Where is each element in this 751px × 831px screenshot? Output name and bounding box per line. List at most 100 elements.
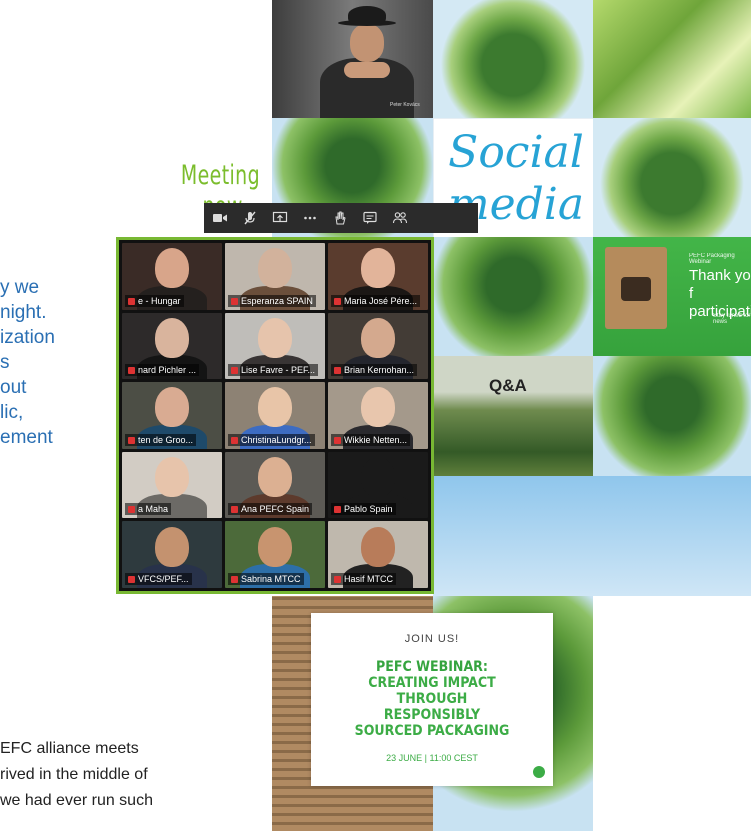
participant-tile[interactable]: e - Hungar <box>122 243 222 310</box>
webinar-card: JOIN US! PEFC WEBINAR: CREATING IMPACT T… <box>311 613 553 786</box>
participant-tile[interactable]: Maria José Pére... <box>328 243 428 310</box>
participant-face <box>258 317 292 358</box>
mic-muted-icon <box>231 367 238 375</box>
mic-muted-icon <box>334 367 341 375</box>
participant-face <box>258 526 292 567</box>
participant-name: Esperanza SPAIN <box>241 295 313 306</box>
participant-name-label: ChristinaLundgr... <box>228 433 315 446</box>
webinar-date: 23 JUNE | 11:00 CEST <box>386 753 478 763</box>
participant-name-label: nard Pichler ... <box>125 364 200 377</box>
thankyou-small-title: PEFC Packaging Webinar <box>689 253 735 265</box>
participant-face <box>361 317 395 358</box>
participant-name: ten de Groo... <box>138 434 194 445</box>
participant-name-label: e - Hungar <box>125 294 184 307</box>
participant-name: Pablo Spain <box>344 504 393 515</box>
participant-name-label: Pablo Spain <box>331 503 396 516</box>
mic-muted-icon <box>231 297 238 305</box>
participant-face <box>155 248 189 289</box>
participant-name-label: VFCS/PEF... <box>125 572 192 585</box>
participant-name-label: Hasif MTCC <box>331 572 396 585</box>
mic-muted-icon <box>128 436 135 444</box>
participant-tile[interactable]: Sabrina MTCC <box>225 521 325 588</box>
participant-name: nard Pichler ... <box>138 365 197 376</box>
presenter-video-frame: Peter Kovács <box>272 0 433 118</box>
participant-tile[interactable]: Hasif MTCC <box>328 521 428 588</box>
qa-label: Q&A <box>489 376 527 395</box>
sky-photo-2 <box>593 476 751 596</box>
mic-muted-icon <box>334 436 341 444</box>
thank-you-tile: PEFC Packaging Webinar Thank you f parti… <box>593 237 751 356</box>
participant-name: Hasif MTCC <box>344 573 393 584</box>
participant-tile[interactable]: Lise Favre - PEF... <box>225 312 325 380</box>
mic-muted-icon <box>334 297 341 305</box>
mic-muted-icon <box>231 436 238 444</box>
mic-muted-icon <box>334 506 341 514</box>
participant-tile[interactable]: Pablo Spain <box>328 451 428 519</box>
participant-face <box>361 457 395 498</box>
mic-muted-icon <box>231 575 238 583</box>
participant-name: Sabrina MTCC <box>241 573 301 584</box>
mic-muted-icon <box>334 575 341 583</box>
mic-muted-icon <box>128 506 135 514</box>
mic-muted-icon <box>128 367 135 375</box>
participant-name: Lise Favre - PEF... <box>241 365 316 376</box>
participant-face <box>258 248 292 289</box>
participant-name-label: Lise Favre - PEF... <box>228 364 319 377</box>
participant-tile[interactable]: Esperanza SPAIN <box>225 243 325 310</box>
pefc-logo-icon <box>533 766 545 778</box>
participant-face <box>155 317 189 358</box>
forest-sphere-photo-3 <box>593 356 751 476</box>
participant-face <box>361 526 395 567</box>
participant-name-label: Ana PEFC Spain <box>228 503 313 516</box>
bottom-paragraph: EFC alliance meets rived in the middle o… <box>0 740 153 809</box>
participant-name-label: Esperanza SPAIN <box>228 294 316 307</box>
presenter-name-label: Peter Kovács <box>390 102 420 108</box>
participant-tile[interactable]: a Maha <box>122 451 222 519</box>
participant-face <box>155 387 189 428</box>
participant-tile[interactable]: ChristinaLundgr... <box>225 382 325 449</box>
chat-icon[interactable] <box>356 204 384 232</box>
participant-tile[interactable]: nard Pichler ... <box>122 312 222 380</box>
participant-tile[interactable]: Wikkie Netten... <box>328 382 428 449</box>
participant-name: e - Hungar <box>138 295 181 306</box>
more-icon[interactable] <box>296 204 324 232</box>
participant-face <box>258 457 292 498</box>
participant-tile[interactable]: Brian Kernohan... <box>328 312 428 380</box>
participant-tile[interactable]: Ana PEFC Spain <box>225 451 325 519</box>
qa-tile: Q&A <box>433 356 593 476</box>
mic-muted-icon <box>128 575 135 583</box>
thankyou-note: Stay tuned for news <box>713 313 751 325</box>
participant-tile[interactable]: ten de Groo... <box>122 382 222 449</box>
share-screen-icon[interactable] <box>266 204 294 232</box>
participant-tile[interactable]: VFCS/PEF... <box>122 521 222 588</box>
participant-name-label: Maria José Pére... <box>331 294 421 307</box>
join-us-label: JOIN US! <box>404 633 460 645</box>
sky-photo-1 <box>433 476 593 596</box>
tree-canopy-photo <box>593 0 751 118</box>
video-camera-icon[interactable] <box>206 204 234 232</box>
participant-face <box>155 526 189 567</box>
social-word-1: Social <box>448 127 584 178</box>
webinar-title: PEFC WEBINAR: CREATING IMPACT THROUGH RE… <box>354 659 510 739</box>
participant-face <box>361 387 395 428</box>
participant-face <box>361 248 395 289</box>
mic-off-icon[interactable] <box>236 204 264 232</box>
participant-face <box>258 387 292 428</box>
participant-name: a Maha <box>138 504 169 515</box>
aerial-forest-photo <box>433 237 593 356</box>
participant-name: Wikkie Netten... <box>344 434 408 445</box>
participant-name: Brian Kernohan... <box>344 365 415 376</box>
meeting-toolbar <box>204 203 478 233</box>
mic-muted-icon <box>128 297 135 305</box>
participant-name: VFCS/PEF... <box>138 573 189 584</box>
participant-name: Maria José Pére... <box>344 295 418 306</box>
participant-name-label: ten de Groo... <box>125 433 197 446</box>
raise-hand-icon[interactable] <box>326 204 354 232</box>
participant-name: Ana PEFC Spain <box>241 504 310 515</box>
video-grid-frame: e - Hungar Esperanza SPAIN Maria José Pére… <box>116 237 434 594</box>
participant-name: ChristinaLundgr... <box>241 434 312 445</box>
forest-sphere-photo <box>433 0 593 118</box>
mic-muted-icon <box>231 506 238 514</box>
participants-icon[interactable] <box>386 204 414 232</box>
forest-sphere-photo-2 <box>593 118 751 237</box>
